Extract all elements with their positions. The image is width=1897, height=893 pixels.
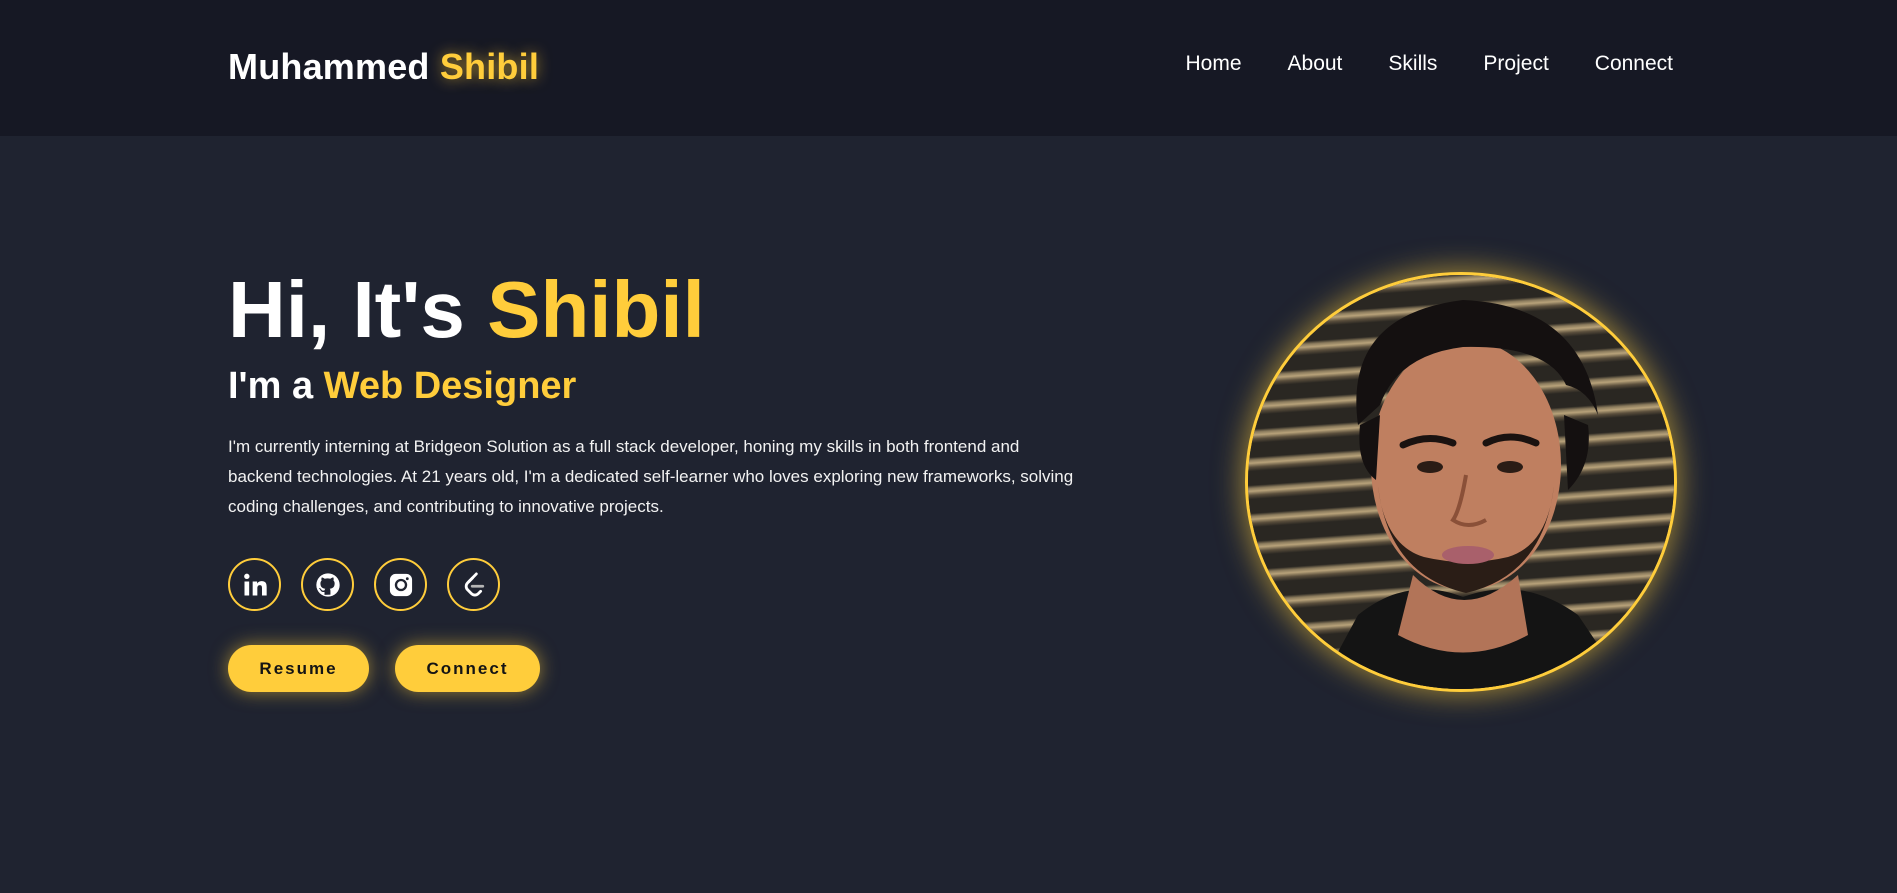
nav-skills[interactable]: Skills <box>1388 52 1437 76</box>
hero-greeting: Hi, It's <box>228 265 465 354</box>
profile-portrait-illustration <box>1318 300 1628 689</box>
instagram-link[interactable] <box>374 558 427 611</box>
site-header: Muhammed Shibil Home About Skills Projec… <box>0 0 1897 136</box>
leetcode-link[interactable] <box>447 558 500 611</box>
logo-first-name: Muhammed <box>228 46 430 87</box>
leetcode-icon <box>464 572 484 596</box>
logo-last-name: Shibil <box>439 46 540 87</box>
site-logo[interactable]: Muhammed Shibil <box>228 46 539 88</box>
nav-home[interactable]: Home <box>1185 52 1241 76</box>
profile-photo <box>1248 275 1674 689</box>
hero-buttons: Resume Connect <box>228 645 1108 692</box>
role-title: Web Designer <box>323 365 577 407</box>
github-icon <box>315 572 340 597</box>
linkedin-icon <box>243 573 267 595</box>
hero-bio: I'm currently interning at Bridgeon Solu… <box>228 437 1074 516</box>
nav-project[interactable]: Project <box>1483 52 1548 76</box>
instagram-icon <box>389 573 412 596</box>
linkedin-link[interactable] <box>228 558 281 611</box>
nav-connect[interactable]: Connect <box>1595 52 1673 76</box>
resume-button[interactable]: Resume <box>228 645 369 692</box>
hero-heading: Hi, It's Shibil <box>228 270 1108 350</box>
github-link[interactable] <box>301 558 354 611</box>
hero-name: Shibil <box>487 265 705 354</box>
hero-role: I'm a Web Designer <box>228 366 1108 406</box>
main-nav: Home About Skills Project Connect <box>1185 52 1673 76</box>
connect-button[interactable]: Connect <box>395 645 540 692</box>
social-links <box>228 558 1108 611</box>
role-prefix: I'm a <box>228 365 314 407</box>
hero-section: Hi, It's Shibil I'm a Web Designer I'm c… <box>228 270 1108 692</box>
nav-about[interactable]: About <box>1288 52 1343 76</box>
